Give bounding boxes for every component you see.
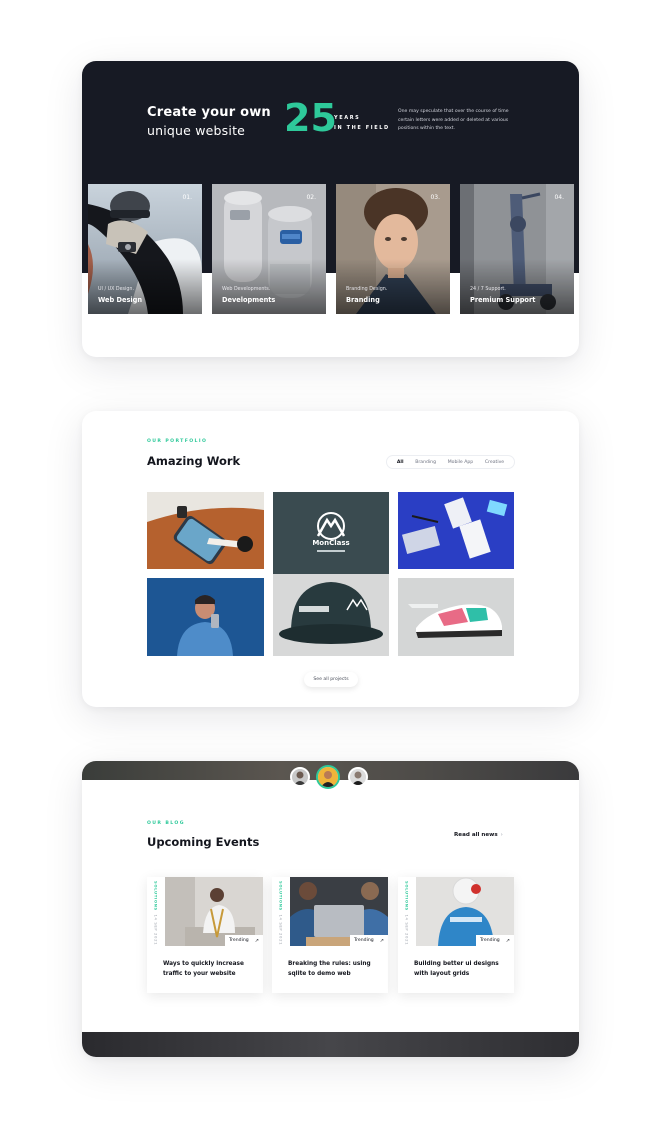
read-all-news-link[interactable]: Read all news › (454, 832, 503, 838)
trending-badge: Trending ↗ (350, 935, 388, 946)
portfolio-item-man-phone[interactable] (147, 578, 264, 656)
service-title: Branding (346, 296, 380, 304)
service-number: 03. (430, 194, 440, 201)
filter-all[interactable]: All (397, 460, 404, 465)
portfolio-item-sneaker[interactable] (398, 578, 514, 656)
years-label: YEARS IN THE FIELD (334, 115, 390, 131)
avatar-image (318, 767, 338, 787)
avatar-active[interactable] (316, 765, 340, 789)
portfolio-item-phone[interactable] (147, 492, 264, 569)
portfolio-eyebrow: OUR PORTFOLIO (147, 439, 208, 444)
blog-post-card[interactable]: SOLUTIONS 14 SEP 2021 Trending ↗ Ways to… (147, 877, 263, 993)
service-title: Web Design (98, 296, 143, 304)
service-number: 04. (554, 194, 564, 201)
blog-card: OUR BLOG Upcoming Events Read all news › … (82, 761, 579, 1057)
avatar[interactable] (348, 767, 368, 787)
portfolio-title: Amazing Work (147, 454, 241, 468)
post-category: SOLUTIONS (153, 881, 159, 911)
monclass-logo-text: MonClass (312, 539, 350, 547)
portfolio-item-monclass[interactable]: MonClass (273, 492, 389, 656)
blog-eyebrow: OUR BLOG (147, 821, 185, 826)
service-subtitle: Branding Design. (346, 287, 388, 292)
avatar-image (292, 769, 308, 785)
service-subtitle: 24 / 7 Support. (470, 287, 506, 292)
post-title[interactable]: Ways to quickly increase traffic to your… (163, 960, 255, 979)
hero-description: One may speculate that over the course o… (398, 109, 509, 132)
service-title: Developments (222, 296, 276, 304)
service-subtitle: UI / UX Design. (98, 287, 135, 292)
hero-card: Create your own unique website 25 YEARS … (82, 61, 579, 357)
hero-title: Create your own (147, 105, 271, 120)
portfolio-filters: All Branding Mobile App Creative (386, 455, 515, 469)
service-number: 02. (306, 194, 316, 201)
arrow-right-icon: › (500, 832, 503, 838)
service-card-developments[interactable]: 02. Web Developments. Developments (212, 184, 326, 314)
post-date: 14 SEP 2021 (153, 914, 159, 946)
post-category: SOLUTIONS (404, 881, 410, 911)
post-title[interactable]: Breaking the rules: using sqlite to demo… (288, 960, 380, 979)
post-meta: SOLUTIONS 14 SEP 2021 (275, 881, 287, 945)
filter-mobile-app[interactable]: Mobile App (448, 460, 474, 465)
post-meta: SOLUTIONS 14 SEP 2021 (150, 881, 162, 945)
post-meta: SOLUTIONS 14 SEP 2021 (401, 881, 413, 945)
post-category: SOLUTIONS (278, 881, 284, 911)
trending-up-icon: ↗ (254, 937, 259, 944)
filter-branding[interactable]: Branding (415, 460, 436, 465)
service-card-premium-support[interactable]: 04. 24 / 7 Support. Premium Support (460, 184, 574, 314)
service-number: 01. (182, 194, 192, 201)
blog-post-card[interactable]: SOLUTIONS 14 SEP 2021 Trending ↗ Breakin… (272, 877, 388, 993)
blog-title: Upcoming Events (147, 835, 260, 849)
blog-bottom-band (82, 1032, 579, 1057)
service-card-branding[interactable]: 03. Branding Design. Branding (336, 184, 450, 314)
trending-up-icon: ↗ (505, 937, 510, 944)
see-all-projects-button[interactable]: See all projects (304, 672, 358, 687)
filter-creative[interactable]: Creative (485, 460, 504, 465)
avatar[interactable] (290, 767, 310, 787)
hero-subtitle: unique website (147, 123, 246, 138)
post-date: 14 SEP 2021 (404, 914, 410, 946)
years-number: 25 (284, 96, 337, 140)
trending-up-icon: ↗ (379, 937, 384, 944)
trending-badge: Trending ↗ (225, 935, 263, 946)
service-title: Premium Support (470, 296, 536, 304)
post-date: 14 SEP 2021 (278, 914, 284, 946)
trending-badge: Trending ↗ (476, 935, 514, 946)
portfolio-item-stationery[interactable] (398, 492, 514, 569)
avatar-image (350, 769, 366, 785)
service-card-web-design[interactable]: 01. UI / UX Design. Web Design (88, 184, 202, 314)
service-subtitle: Web Developments. (222, 287, 271, 292)
portfolio-card: OUR PORTFOLIO Amazing Work All Branding … (82, 411, 579, 707)
blog-post-card[interactable]: SOLUTIONS 14 SEP 2021 Trending ↗ Buildin… (398, 877, 514, 993)
post-title[interactable]: Building better ui designs with layout g… (414, 960, 506, 979)
